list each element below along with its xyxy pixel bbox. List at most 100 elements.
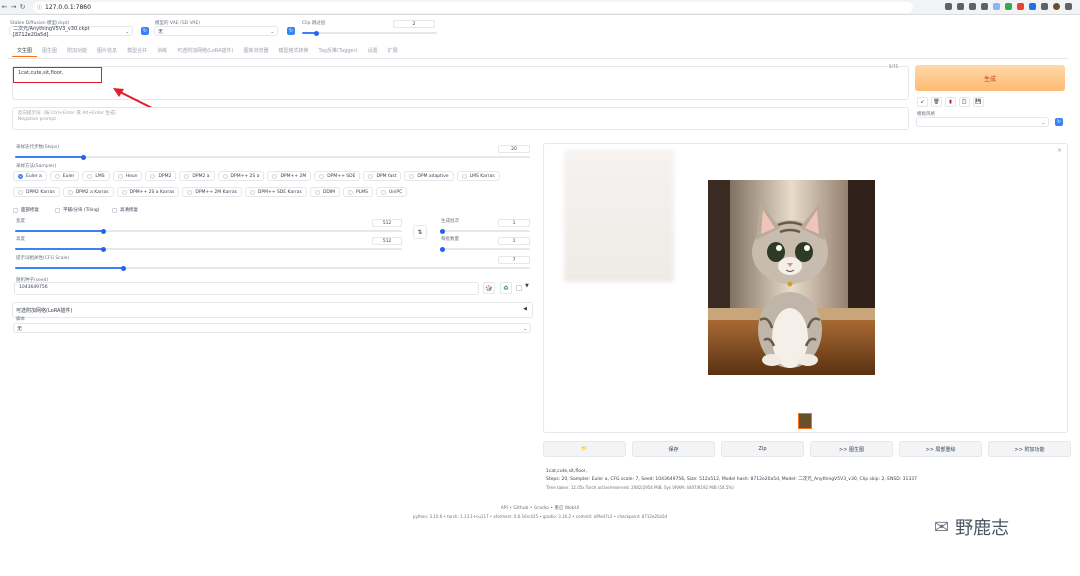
seed-input[interactable]: 1043649756 — [14, 282, 479, 295]
sampler-option[interactable]: PLMS — [343, 187, 374, 197]
tab-item[interactable]: 附加功能 — [62, 45, 92, 57]
height-slider[interactable] — [15, 246, 402, 252]
script-select[interactable]: 无 ⌄ — [13, 323, 531, 333]
card-icon[interactable]: ▮ — [945, 97, 956, 107]
recycle-icon[interactable]: ♻ — [500, 282, 512, 294]
sampler-option[interactable]: UniPC — [376, 187, 408, 197]
tiling-checkbox[interactable]: 平铺/分块 (Tiling) — [55, 207, 100, 213]
back-icon[interactable]: ← — [0, 3, 9, 11]
clipboard-icon[interactable]: 📋 — [959, 97, 970, 107]
sampler-option[interactable]: DPM++ 2M — [267, 171, 312, 181]
close-icon[interactable]: × — [1057, 147, 1062, 154]
sampler-option[interactable]: DPM++ SDE — [314, 171, 361, 181]
tab-item[interactable]: 可选附加网络(LoRA插件) — [172, 45, 238, 57]
output-action-button[interactable]: 保存 — [632, 441, 715, 457]
tab-item[interactable]: 设置 — [363, 45, 383, 57]
vae-select[interactable]: 无 ⌄ — [154, 26, 278, 36]
sampler-option[interactable]: DPM2 a Karras — [62, 187, 114, 197]
sampler-option[interactable]: DPM2 a — [179, 171, 215, 181]
width-slider[interactable] — [15, 228, 402, 234]
sampler-option[interactable]: Heun — [112, 171, 143, 181]
sampler-option[interactable]: DPM++ 2M Karras — [182, 187, 242, 197]
save-style-icon[interactable]: 💾 — [973, 97, 984, 107]
batch-size-slider[interactable] — [440, 246, 530, 252]
cfg-slider[interactable] — [15, 265, 530, 271]
negative-prompt-textarea[interactable]: 反向提示词（按 Ctrl+Enter 或 Alt+Enter 生成） Negat… — [12, 107, 909, 130]
sampler-option[interactable]: DPM fast — [363, 171, 402, 181]
clip-input[interactable]: 2 — [393, 20, 435, 28]
output-action-button[interactable]: >> 图生图 — [810, 441, 893, 457]
tab-item[interactable]: 图库浏览器 — [238, 45, 273, 57]
height-input[interactable]: 512 — [372, 237, 402, 245]
radio-icon — [461, 173, 467, 179]
sampler-option[interactable]: Euler — [49, 171, 80, 181]
sampler-option[interactable]: LMS Karras — [456, 171, 500, 181]
width-input[interactable]: 512 — [372, 219, 402, 227]
footer-links[interactable]: API • Github • Gradio • 重启 WebUI — [0, 505, 1080, 511]
extension-icon[interactable] — [1005, 3, 1012, 10]
clip-slider[interactable] — [302, 30, 437, 36]
batch-count-input[interactable]: 1 — [498, 219, 530, 227]
menu-icon[interactable] — [1065, 3, 1072, 10]
sampler-option[interactable]: DDIM — [309, 187, 341, 197]
generated-cat-image[interactable] — [708, 180, 875, 375]
output-action-button[interactable]: >> 局部重绘 — [899, 441, 982, 457]
model-select[interactable]: 二次元/AnythingV5V3_v30.ckpt [8712e20a5d] ⌄ — [9, 26, 133, 38]
sampler-option-label: LMS — [95, 173, 105, 179]
tab-item[interactable]: 模型合并 — [122, 45, 152, 57]
translate-icon[interactable] — [945, 3, 952, 10]
tab-item[interactable]: 文生图 — [12, 45, 38, 57]
sampler-option[interactable]: DPM++ SDE Karras — [244, 187, 307, 197]
sampler-option[interactable]: DPM++ 2S a — [217, 171, 265, 181]
extra-seed-checkbox[interactable] — [516, 285, 522, 291]
thumbnail-selected[interactable] — [798, 413, 812, 429]
dice-icon[interactable]: 🎲 — [483, 282, 495, 294]
reload-icon[interactable]: ↻ — [18, 3, 27, 11]
extension-icon[interactable] — [993, 3, 1000, 10]
zoom-icon[interactable] — [957, 3, 964, 10]
bookmark-icon[interactable] — [981, 3, 988, 10]
sampler-option[interactable]: DPM2 Karras — [13, 187, 60, 197]
lora-accordion[interactable]: 可选附加网络(LoRA插件) ◀ — [12, 302, 533, 318]
forward-icon[interactable]: → — [9, 3, 18, 11]
generate-button[interactable]: 生成 — [915, 65, 1065, 91]
batch-size-input[interactable]: 1 — [498, 237, 530, 245]
steps-slider[interactable] — [15, 154, 530, 160]
profile-avatar[interactable] — [1053, 3, 1060, 10]
url-text: 127.0.0.1:7860 — [45, 3, 91, 11]
face-restore-checkbox[interactable]: 面部修复 — [13, 207, 39, 213]
sampler-option[interactable]: DPM2 — [145, 171, 177, 181]
sidebar-icon[interactable] — [1041, 3, 1048, 10]
hires-fix-checkbox[interactable]: 高清修复 — [112, 207, 138, 213]
sampler-option[interactable]: Euler a — [13, 171, 47, 181]
trash-icon[interactable]: 🗑 — [931, 97, 942, 107]
refresh-vae-button[interactable]: ↻ — [287, 27, 295, 35]
styles-select[interactable]: ⌄ — [916, 117, 1049, 127]
output-action-button[interactable]: 📁 — [543, 441, 626, 457]
refresh-model-button[interactable]: ↻ — [141, 27, 149, 35]
sampler-option[interactable]: DPM++ 2S a Karras — [116, 187, 180, 197]
share-icon[interactable] — [969, 3, 976, 10]
batch-count-slider[interactable] — [440, 228, 530, 234]
wechat-icon: ✉ — [934, 516, 950, 538]
tab-item[interactable]: 图片信息 — [92, 45, 122, 57]
tab-item[interactable]: 扩展 — [383, 45, 403, 57]
tab-item[interactable]: 图生图 — [37, 45, 62, 57]
arrow-icon[interactable]: ↙ — [917, 97, 928, 107]
extension-icon[interactable] — [1017, 3, 1024, 10]
output-action-button[interactable]: Zip — [721, 441, 804, 457]
sampler-option[interactable]: DPM adaptive — [404, 171, 454, 181]
address-bar[interactable]: ⓘ 127.0.0.1:7860 — [33, 1, 913, 13]
chevron-down-icon: ⌄ — [1041, 119, 1045, 125]
sampler-option[interactable]: LMS — [82, 171, 110, 181]
puzzle-icon[interactable] — [1029, 3, 1036, 10]
cfg-input[interactable]: 7 — [498, 256, 530, 264]
refresh-styles-button[interactable]: ↻ — [1055, 118, 1063, 126]
output-action-button[interactable]: >> 附加功能 — [988, 441, 1071, 457]
steps-input[interactable]: 20 — [498, 145, 530, 153]
tab-item[interactable]: 训练 — [152, 45, 172, 57]
tab-item[interactable]: 模型格式转换 — [273, 45, 313, 57]
swap-dimensions-button[interactable]: ⇅ — [413, 225, 427, 239]
tab-item[interactable]: Tag反推(Tagger) — [313, 45, 362, 57]
triangle-down-icon[interactable]: ▼ — [525, 283, 529, 289]
